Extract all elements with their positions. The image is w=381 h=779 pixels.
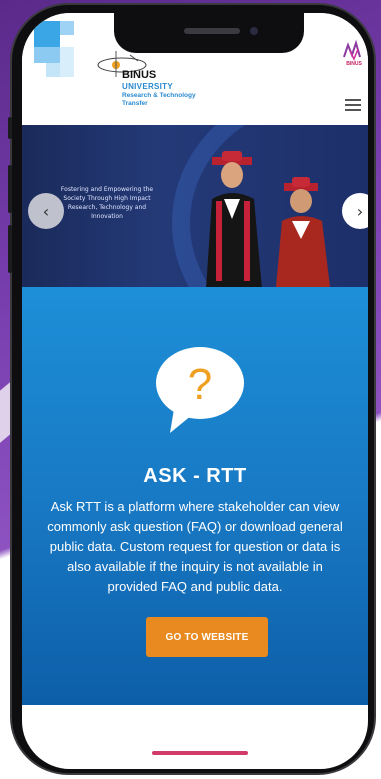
home-indicator[interactable] <box>152 751 248 755</box>
ask-rtt-section: ? ASK - RTT Ask RTT is a platform where … <box>22 287 368 705</box>
go-to-website-button[interactable]: GO TO WEBSITE <box>146 617 268 657</box>
logo-square <box>46 63 60 77</box>
logo-square <box>34 21 60 47</box>
phone-frame: BINUS UNIVERSITY Research & Technology T… <box>8 3 376 775</box>
speaker-icon <box>184 28 240 34</box>
hero-tagline: Fostering and Empowering the Society Thr… <box>60 186 154 220</box>
chevron-left-icon: ‹ <box>42 201 50 221</box>
ask-title: ASK - RTT <box>143 465 247 487</box>
corner-logo-icon[interactable]: BINUS <box>340 39 368 67</box>
phone-notch <box>114 13 304 53</box>
phone-volume-down-button <box>8 225 12 273</box>
ask-description: Ask RTT is a platform where stakeholder … <box>47 499 343 594</box>
logo-square <box>34 47 60 63</box>
carousel-prev-button[interactable]: ‹ <box>28 193 64 229</box>
phone-screen: BINUS UNIVERSITY Research & Technology T… <box>22 13 368 769</box>
chevron-right-icon: › <box>356 201 364 221</box>
question-mark: ? <box>188 360 212 409</box>
hero-carousel[interactable]: Fostering and Empowering the Society Thr… <box>22 125 368 287</box>
brand-name: BINUS <box>122 69 157 81</box>
phone-volume-up-button <box>8 165 12 213</box>
logo-square <box>60 47 74 77</box>
brand-subtitle: Research & Technology Transfer <box>122 92 196 107</box>
camera-icon <box>250 27 258 35</box>
brand-university: UNIVERSITY <box>122 82 174 91</box>
graduate-person-image <box>276 177 330 287</box>
corner-logo-text: BINUS <box>346 61 362 67</box>
question-bubble-icon: ? <box>156 347 244 433</box>
hamburger-icon[interactable] <box>345 99 361 111</box>
logo-square <box>60 21 74 35</box>
phone-mute-button <box>8 117 12 139</box>
